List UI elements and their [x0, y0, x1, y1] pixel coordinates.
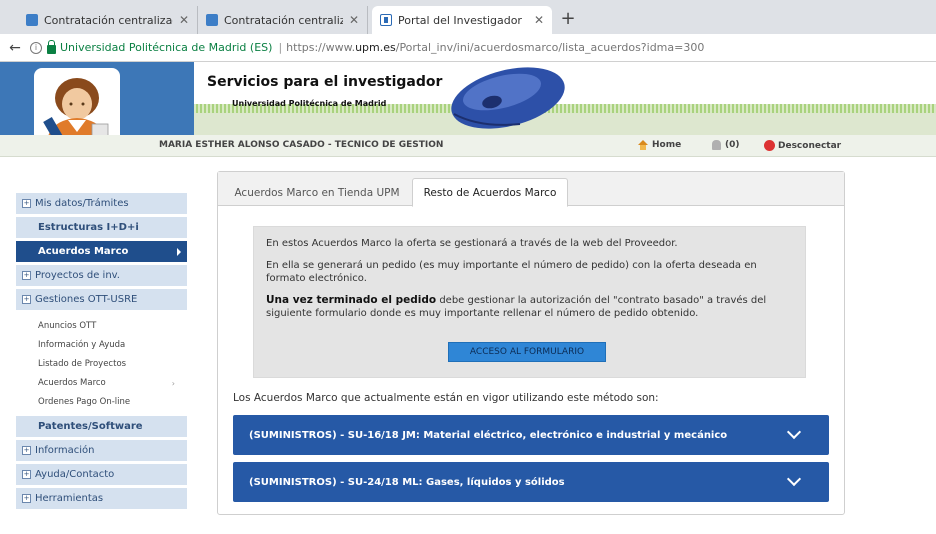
accordion-su-16-18[interactable]: (SUMINISTROS) - SU-16/18 JM: Material el…	[233, 415, 829, 455]
sidebar-item-estructuras[interactable]: Estructuras I+D+i	[16, 217, 187, 241]
info-box: En estos Acuerdos Marco la oferta se ges…	[253, 226, 806, 378]
power-icon	[764, 140, 775, 151]
accordion-label: (SUMINISTROS) - SU-24/18 ML: Gases, líqu…	[249, 476, 565, 488]
browser-tab-title: Portal del Investigador	[398, 13, 522, 27]
secure-site-label: Universidad Politécnica de Madrid (ES)	[60, 41, 273, 54]
sidebar-item-proyectos[interactable]: + Proyectos de inv.	[16, 265, 187, 289]
expand-box-icon: +	[22, 271, 31, 280]
url-prefix: https://www.	[286, 41, 356, 54]
info-paragraph-3-strong: Una vez terminado el pedido	[266, 294, 437, 306]
sidebar-subitem-label: Anuncios OTT	[38, 321, 97, 331]
browser-tab-title: Contratación centralizada...	[224, 13, 343, 27]
close-icon[interactable]: ✕	[179, 13, 189, 27]
sidebar-nav: + Mis datos/Trámites Estructuras I+D+i A…	[16, 193, 187, 512]
new-tab-button[interactable]: +	[558, 8, 578, 29]
url-field[interactable]: i Universidad Politécnica de Madrid (ES)…	[30, 39, 705, 54]
arrow-right-icon	[177, 247, 181, 256]
expand-box-icon: +	[22, 494, 31, 503]
sidebar-subitem-label: Acuerdos Marco	[38, 378, 106, 388]
acceso-formulario-button[interactable]: ACCESO AL FORMULARIO	[448, 342, 606, 362]
accordion-label: (SUMINISTROS) - SU-16/18 JM: Material el…	[249, 429, 728, 441]
info-paragraph-1: En estos Acuerdos Marco la oferta se ges…	[266, 238, 678, 249]
browser-tab-title: Contratación centralizada...	[44, 13, 173, 27]
sidebar-item-label: Herramientas	[35, 493, 104, 504]
sidebar-subitem-label: Ordenes Pago On-line	[38, 397, 131, 407]
sidebar-submenu: Anuncios OTT Información y Ayuda Listado…	[16, 313, 187, 416]
chevron-down-icon	[786, 471, 802, 487]
sidebar-item-herramientas[interactable]: + Herramientas	[16, 488, 187, 512]
site-subtitle: Universidad Politécnica de Madrid	[232, 99, 387, 108]
address-bar: ← i Universidad Politécnica de Madrid (E…	[0, 34, 936, 62]
expand-box-icon: +	[22, 446, 31, 455]
expand-box-icon: +	[22, 295, 31, 304]
main-panel: Acuerdos Marco en Tienda UPM Resto de Ac…	[217, 171, 845, 515]
browser-tab-3[interactable]: Portal del Investigador ✕	[372, 6, 552, 34]
sidebar-subitem-acuerdos-marco[interactable]: Acuerdos Marco ›	[38, 374, 187, 393]
url-domain: upm.es	[355, 41, 396, 54]
sidebar-item-label: Proyectos de inv.	[35, 270, 120, 281]
browser-tab-bar: Contratación centralizada... ✕ Contratac…	[0, 0, 936, 34]
sidebar-item-ayuda-contacto[interactable]: + Ayuda/Contacto	[16, 464, 187, 488]
sidebar-subitem-informacion-ayuda[interactable]: Información y Ayuda	[38, 336, 187, 355]
accordion-su-24-18[interactable]: (SUMINISTROS) - SU-24/18 ML: Gases, líqu…	[233, 462, 829, 502]
sidebar-item-mis-datos[interactable]: + Mis datos/Trámites	[16, 193, 187, 217]
site-favicon-icon	[206, 14, 218, 26]
sidebar-subitem-listado-proyectos[interactable]: Listado de Proyectos	[38, 355, 187, 374]
chevron-right-icon: ›	[171, 379, 175, 388]
sidebar-item-informacion[interactable]: + Información	[16, 440, 187, 464]
browser-tab-2[interactable]: Contratación centralizada... ✕	[198, 6, 368, 34]
notifications-count: (0)	[725, 140, 740, 150]
sidebar-subitem-label: Información y Ayuda	[38, 340, 126, 350]
user-name: MARIA ESTHER ALONSO CASADO - TECNICO DE …	[159, 140, 444, 150]
info-paragraph-3: Una vez terminado el pedido debe gestion…	[266, 294, 793, 320]
sidebar-item-label: Gestiones OTT-USRE	[35, 294, 138, 305]
sidebar-item-label: Ayuda/Contacto	[35, 469, 115, 480]
back-button[interactable]: ←	[6, 39, 24, 57]
home-link[interactable]: Home	[636, 140, 681, 150]
sidebar-item-label: Patentes/Software	[38, 421, 143, 432]
expand-box-icon: +	[22, 470, 31, 479]
tab-resto-acuerdos[interactable]: Resto de Acuerdos Marco	[412, 178, 568, 207]
lock-icon	[47, 39, 56, 54]
logout-label: Desconectar	[778, 140, 842, 151]
close-icon[interactable]: ✕	[349, 13, 359, 27]
agreements-intro: Los Acuerdos Marco que actualmente están…	[233, 392, 659, 404]
url-separator: |	[278, 41, 283, 54]
chevron-down-icon	[786, 424, 802, 440]
tab-acuerdos-tienda[interactable]: Acuerdos Marco en Tienda UPM	[224, 179, 410, 206]
sidebar-item-label: Mis datos/Trámites	[35, 198, 129, 209]
close-icon[interactable]: ✕	[534, 13, 544, 27]
info-paragraph-2: En ella se generará un pedido (es muy im…	[266, 260, 757, 284]
sidebar-item-patentes[interactable]: Patentes/Software	[16, 416, 187, 440]
sidebar-subitem-anuncios[interactable]: Anuncios OTT	[38, 317, 187, 336]
logout-link[interactable]: Desconectar	[764, 140, 841, 151]
sidebar-item-label: Estructuras I+D+i	[38, 222, 139, 233]
sidebar-item-label: Acuerdos Marco	[38, 246, 129, 257]
computer-mouse-icon	[451, 67, 565, 129]
user-bar: MARIA ESTHER ALONSO CASADO - TECNICO DE …	[0, 135, 936, 157]
sidebar-item-acuerdos-marco[interactable]: Acuerdos Marco	[16, 241, 187, 265]
home-link-label: Home	[652, 140, 682, 150]
content-tabs: Acuerdos Marco en Tienda UPM Resto de Ac…	[218, 172, 844, 207]
browser-tab-1[interactable]: Contratación centralizada... ✕	[18, 6, 198, 34]
sidebar-item-label: Información	[35, 445, 95, 456]
site-favicon-icon	[26, 14, 38, 26]
bell-icon	[712, 140, 721, 150]
site-header: Servicios para el investigador Universid…	[0, 62, 936, 146]
url-path: /Portal_inv/ini/acuerdosmarco/lista_acue…	[395, 41, 705, 54]
notifications-link[interactable]: (0)	[712, 140, 740, 150]
header-logo-block	[0, 62, 194, 146]
sidebar-subitem-ordenes-pago[interactable]: Ordenes Pago On-line	[38, 393, 187, 412]
home-icon	[636, 140, 650, 150]
sidebar-subitem-label: Listado de Proyectos	[38, 359, 127, 369]
expand-box-icon: +	[22, 199, 31, 208]
sidebar-item-gestiones-ott[interactable]: + Gestiones OTT-USRE	[16, 289, 187, 313]
upm-favicon-icon	[380, 14, 392, 26]
site-title: Servicios para el investigador	[207, 74, 443, 90]
info-icon[interactable]: i	[30, 41, 42, 54]
